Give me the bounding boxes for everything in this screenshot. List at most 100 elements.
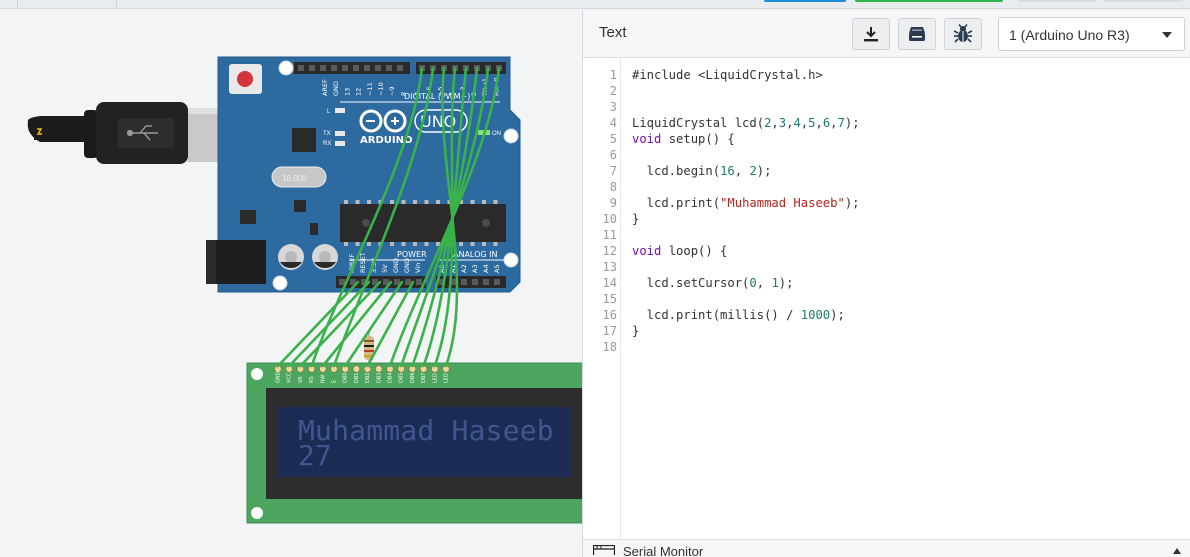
export-button-edge[interactable] — [1018, 0, 1096, 2]
library-icon — [909, 27, 925, 41]
pin-label: 13 — [343, 88, 351, 96]
wire[interactable] — [276, 280, 360, 368]
pin-label: A5 — [493, 264, 501, 273]
power-label: POWER — [397, 250, 427, 259]
pin-label: A2 — [460, 264, 468, 273]
on-label: ON — [492, 131, 501, 137]
pin-label: GND — [332, 81, 340, 96]
small-chip — [294, 200, 306, 212]
tx-led — [335, 131, 345, 136]
start-simulation-button-edge[interactable] — [855, 0, 1003, 2]
panel-title: Text — [599, 24, 627, 41]
circuit-drawing: AREF GND 13 12 ~11 ~10 ~9 8 7 ~6 ~5 4 ~3 2 TX→1 RX←0IOR… — [27, 56, 582, 524]
lcd-16x2-module[interactable]: GND VCC V0 RS RW E DB0 DB1 DB2 DB3 DB4 DB5 DB6 DB7 LED… — [246, 362, 582, 524]
line-number: 9 — [609, 196, 617, 210]
line-number: 1 — [609, 68, 617, 82]
code-line[interactable]: lcd.print(millis() / 1000); — [632, 308, 845, 322]
mount-hole — [272, 275, 288, 291]
line-number: 2 — [609, 84, 617, 98]
header-hole[interactable] — [342, 65, 348, 71]
header-hole[interactable] — [386, 65, 392, 71]
serial-monitor-label: Serial Monitor — [623, 544, 704, 557]
line-number: 18 — [602, 340, 617, 354]
code-line[interactable]: } — [632, 324, 639, 338]
lcd-pin-label: DB1 — [354, 373, 360, 383]
lcd-pin-label: E — [332, 380, 338, 383]
header-hole[interactable] — [364, 65, 370, 71]
toolbar-divider — [116, 0, 117, 9]
circuit-canvas[interactable]: AREF GND 13 12 ~11 ~10 ~9 8 7 ~6 ~5 4 ~3 2 TX→1 RX←0 IOR… — [0, 10, 582, 557]
code-line[interactable]: } — [632, 212, 639, 226]
pin-label: A3 — [471, 264, 479, 273]
header-hole[interactable] — [375, 65, 381, 71]
header-hole[interactable] — [353, 65, 359, 71]
regulator — [240, 210, 256, 224]
header-hole[interactable] — [461, 279, 467, 285]
lcd-pin-label: LED — [444, 373, 450, 383]
line-number: 14 — [602, 276, 617, 290]
header-hole[interactable] — [309, 65, 315, 71]
lcd-pin[interactable] — [374, 365, 383, 373]
code-line[interactable]: LiquidCrystal lcd(2,3,4,5,6,7); — [632, 116, 860, 130]
code-button-edge[interactable] — [764, 0, 846, 2]
mount-hole — [251, 368, 263, 380]
download-icon — [864, 27, 878, 42]
pin-label: ~10 — [377, 82, 385, 96]
share-button-edge[interactable] — [1103, 0, 1183, 2]
code-line[interactable]: #include <LiquidCrystal.h> — [632, 68, 823, 82]
line-number: 6 — [609, 148, 617, 162]
pin-label: RESET — [359, 252, 367, 273]
lcd-pin-label: DB3 — [376, 373, 382, 383]
lcd-pin-label: RW — [320, 375, 326, 383]
header-hole[interactable] — [472, 279, 478, 285]
chevron-down-icon — [1162, 32, 1172, 38]
line-number: 11 — [602, 228, 617, 242]
lcd-pin-label: LED — [432, 373, 438, 383]
code-line[interactable]: void setup() { — [632, 132, 735, 146]
top-toolbar-strip — [0, 0, 1190, 9]
line-number: 15 — [602, 292, 617, 306]
code-line[interactable]: lcd.begin(16, 2); — [632, 164, 772, 178]
header-hole[interactable] — [320, 65, 326, 71]
capacitor — [312, 244, 338, 270]
debugger-button[interactable] — [944, 18, 982, 50]
download-code-button[interactable] — [852, 18, 890, 50]
line-number: 10 — [602, 212, 617, 226]
pin-label: A4 — [482, 264, 490, 273]
lcd-pin-label: GND — [276, 371, 282, 383]
chevron-up-icon[interactable] — [1173, 548, 1181, 554]
l-led — [335, 108, 345, 113]
lcd-pin-label: V0 — [298, 376, 304, 383]
rx-led — [335, 141, 345, 146]
line-number: 8 — [609, 180, 617, 194]
pin-label: Vin — [414, 263, 422, 273]
code-line[interactable]: void loop() { — [632, 244, 727, 258]
header-hole[interactable] — [331, 65, 337, 71]
device-select[interactable]: 1 (Arduino Uno R3) — [998, 17, 1185, 51]
digital-header-right — [416, 62, 506, 74]
header-hole[interactable] — [405, 279, 411, 285]
code-toolbar: Text 1 (Arduino Uno R3) — [583, 10, 1190, 58]
code-line[interactable]: lcd.setCursor(0, 1); — [632, 276, 794, 290]
header-hole[interactable] — [483, 279, 489, 285]
line-number: 17 — [602, 324, 617, 338]
rx-label: RX — [323, 141, 331, 147]
header-hole[interactable] — [416, 279, 422, 285]
pin-label: AREF — [321, 79, 329, 96]
serial-monitor-bar[interactable]: Serial Monitor — [583, 539, 1190, 557]
pin-label: 12 — [355, 88, 363, 96]
lcd-pin[interactable] — [352, 365, 361, 373]
lcd-pin-label: DB5 — [399, 373, 405, 383]
analog-label: ANALOG IN — [453, 250, 498, 259]
lcd-pin-label: DB0 — [343, 373, 349, 383]
code-editor[interactable]: 1 2 3 4 5 6 7 8 9 10 11 12 13 14 15 16 17 18 #include <Li… — [583, 58, 1190, 539]
header-hole[interactable] — [397, 65, 403, 71]
code-line[interactable]: lcd.print("Muhammad Haseeb"); — [632, 196, 860, 210]
mount-hole — [503, 128, 519, 144]
libraries-button[interactable] — [898, 18, 936, 50]
lcd-pin-label: DB6 — [410, 373, 416, 383]
pin-label: 5V — [381, 264, 389, 273]
header-hole[interactable] — [494, 279, 500, 285]
pin-label: ~11 — [366, 82, 374, 96]
header-hole[interactable] — [298, 65, 304, 71]
